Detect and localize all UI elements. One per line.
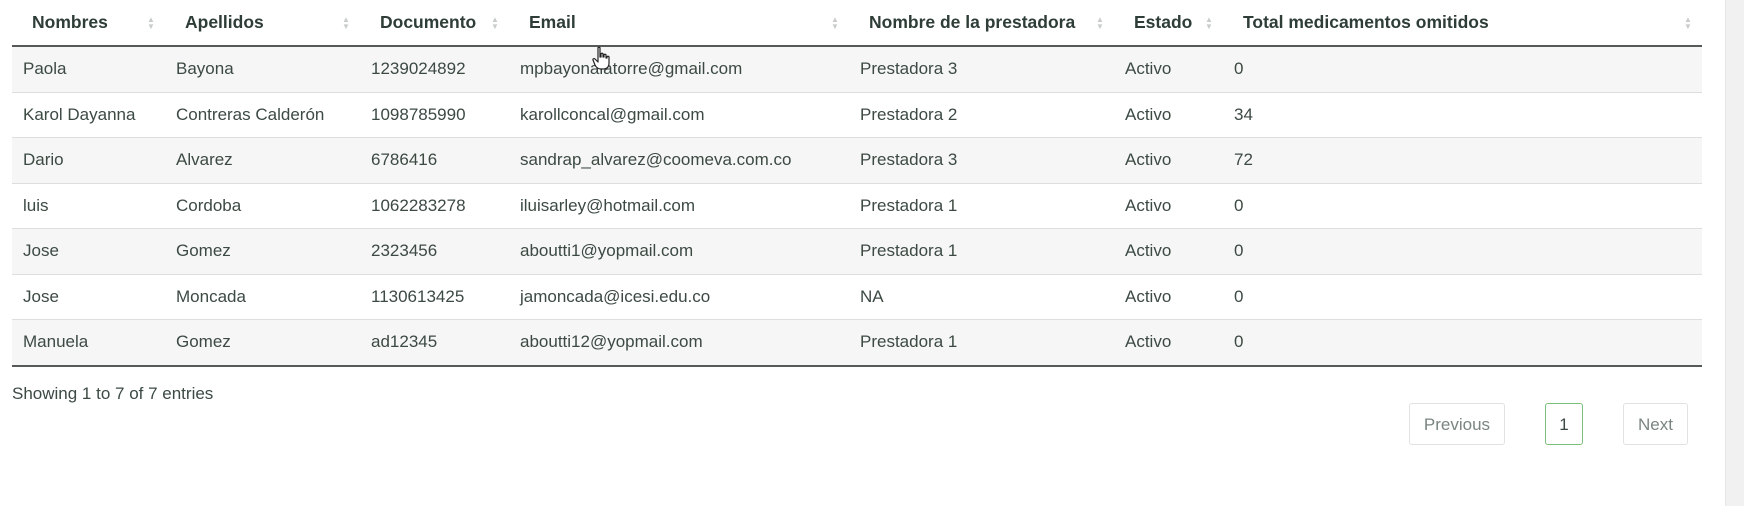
table-row[interactable]: Jose Moncada 1130613425 jamoncada@icesi.… bbox=[12, 274, 1702, 320]
cell-apellidos: Gomez bbox=[165, 319, 360, 367]
table-row[interactable]: Manuela Gomez ad12345 aboutti12@yopmail.… bbox=[12, 319, 1702, 367]
cell-documento: 1239024892 bbox=[360, 46, 509, 93]
hand-pointer-icon bbox=[592, 46, 610, 70]
cell-estado: Activo bbox=[1114, 92, 1223, 138]
cell-nombres: Jose bbox=[12, 274, 165, 320]
cell-nombres: Dario bbox=[12, 137, 165, 184]
sort-icon: ▲ ▼ bbox=[831, 14, 839, 31]
column-header-nombres[interactable]: Nombres ▲ ▼ bbox=[12, 0, 165, 47]
cell-apellidos: Bayona bbox=[165, 46, 360, 93]
cell-nombres: Karol Dayanna bbox=[12, 92, 165, 138]
cell-email: mpbayonalatorre@gmail.com bbox=[509, 46, 849, 93]
cell-documento: ad12345 bbox=[360, 319, 509, 367]
header-row: Nombres ▲ ▼ Apellidos ▲ ▼ Documento ▲ ▼ Ema… bbox=[12, 0, 1702, 47]
cell-prestadora: Prestadora 3 bbox=[849, 137, 1114, 184]
table-row[interactable]: Karol Dayanna Contreras Calderón 1098785… bbox=[12, 92, 1702, 138]
cell-documento: 1062283278 bbox=[360, 183, 509, 229]
cell-estado: Activo bbox=[1114, 274, 1223, 320]
table-row[interactable]: Dario Alvarez 6786416 sandrap_alvarez@co… bbox=[12, 137, 1702, 184]
cell-documento: 6786416 bbox=[360, 137, 509, 184]
sort-icon: ▲ ▼ bbox=[342, 14, 350, 31]
cell-total-omitidos: 0 bbox=[1223, 46, 1702, 93]
table-row[interactable]: luis Cordoba 1062283278 iluisarley@hotma… bbox=[12, 183, 1702, 229]
cell-apellidos: Moncada bbox=[165, 274, 360, 320]
table-info: Showing 1 to 7 of 7 entries bbox=[12, 384, 214, 403]
cell-estado: Activo bbox=[1114, 46, 1223, 93]
pagination: Previous 1 Next bbox=[1408, 403, 1688, 445]
sort-icon: ▲ ▼ bbox=[1684, 14, 1692, 31]
cell-apellidos: Contreras Calderón bbox=[165, 92, 360, 138]
cell-email: karollconcal@gmail.com bbox=[509, 92, 849, 138]
column-header-label: Total medicamentos omitidos bbox=[1243, 12, 1489, 32]
table-body: Paola Bayona 1239024892 mpbayonalatorre@… bbox=[12, 46, 1702, 367]
cell-nombres: Jose bbox=[12, 228, 165, 275]
sort-icon: ▲ ▼ bbox=[147, 14, 155, 31]
vertical-scrollbar[interactable] bbox=[1725, 0, 1744, 506]
cell-apellidos: Cordoba bbox=[165, 183, 360, 229]
sort-icon: ▲ ▼ bbox=[1096, 14, 1104, 31]
cell-apellidos: Gomez bbox=[165, 228, 360, 275]
column-header-label: Email bbox=[529, 12, 576, 32]
cell-email: sandrap_alvarez@coomeva.com.co bbox=[509, 137, 849, 184]
sort-icon: ▲ ▼ bbox=[1205, 14, 1213, 31]
column-header-estado[interactable]: Estado ▲ ▼ bbox=[1114, 0, 1223, 47]
column-header-documento[interactable]: Documento ▲ ▼ bbox=[360, 0, 509, 47]
column-header-label: Nombre de la prestadora bbox=[869, 12, 1076, 32]
column-header-email[interactable]: Email ▲ ▼ bbox=[509, 0, 849, 47]
cell-estado: Activo bbox=[1114, 137, 1223, 184]
cell-nombres: Paola bbox=[12, 46, 165, 93]
cell-prestadora: Prestadora 1 bbox=[849, 228, 1114, 275]
column-header-apellidos[interactable]: Apellidos ▲ ▼ bbox=[165, 0, 360, 47]
cell-total-omitidos: 0 bbox=[1223, 183, 1702, 229]
cell-prestadora: Prestadora 1 bbox=[849, 319, 1114, 367]
page: Nombres ▲ ▼ Apellidos ▲ ▼ Documento ▲ ▼ Ema… bbox=[0, 0, 1744, 506]
column-header-label: Nombres bbox=[32, 12, 108, 32]
cell-nombres: luis bbox=[12, 183, 165, 229]
cell-prestadora: Prestadora 3 bbox=[849, 46, 1114, 93]
cell-estado: Activo bbox=[1114, 319, 1223, 367]
sort-icon: ▲ ▼ bbox=[491, 14, 499, 31]
cell-email: jamoncada@icesi.edu.co bbox=[509, 274, 849, 320]
cell-documento: 1130613425 bbox=[360, 274, 509, 320]
cell-total-omitidos: 0 bbox=[1223, 274, 1702, 320]
cell-documento: 2323456 bbox=[360, 228, 509, 275]
users-table: Nombres ▲ ▼ Apellidos ▲ ▼ Documento ▲ ▼ Ema… bbox=[12, 0, 1702, 367]
cell-total-omitidos: 0 bbox=[1223, 319, 1702, 367]
cell-email: aboutti12@yopmail.com bbox=[509, 319, 849, 367]
cell-email: iluisarley@hotmail.com bbox=[509, 183, 849, 229]
previous-button[interactable]: Previous bbox=[1408, 403, 1506, 445]
cell-total-omitidos: 72 bbox=[1223, 137, 1702, 184]
cell-estado: Activo bbox=[1114, 183, 1223, 229]
cell-estado: Activo bbox=[1114, 228, 1223, 275]
cell-prestadora: Prestadora 2 bbox=[849, 92, 1114, 138]
cell-total-omitidos: 34 bbox=[1223, 92, 1702, 138]
cell-apellidos: Alvarez bbox=[165, 137, 360, 184]
cell-documento: 1098785990 bbox=[360, 92, 509, 138]
table-header: Nombres ▲ ▼ Apellidos ▲ ▼ Documento ▲ ▼ Ema… bbox=[12, 0, 1702, 47]
next-button[interactable]: Next bbox=[1623, 403, 1688, 445]
cell-prestadora: Prestadora 1 bbox=[849, 183, 1114, 229]
cell-email: aboutti1@yopmail.com bbox=[509, 228, 849, 275]
cell-prestadora: NA bbox=[849, 274, 1114, 320]
cell-nombres: Manuela bbox=[12, 319, 165, 367]
column-header-label: Documento bbox=[380, 12, 477, 32]
column-header-prestadora[interactable]: Nombre de la prestadora ▲ ▼ bbox=[849, 0, 1114, 47]
cell-total-omitidos: 0 bbox=[1223, 228, 1702, 275]
page-1-button[interactable]: 1 bbox=[1545, 403, 1584, 445]
table-row[interactable]: Paola Bayona 1239024892 mpbayonalatorre@… bbox=[12, 46, 1702, 93]
column-header-label: Apellidos bbox=[185, 12, 264, 32]
table-row[interactable]: Jose Gomez 2323456 aboutti1@yopmail.com … bbox=[12, 228, 1702, 275]
column-header-total-omitidos[interactable]: Total medicamentos omitidos ▲ ▼ bbox=[1223, 0, 1702, 47]
